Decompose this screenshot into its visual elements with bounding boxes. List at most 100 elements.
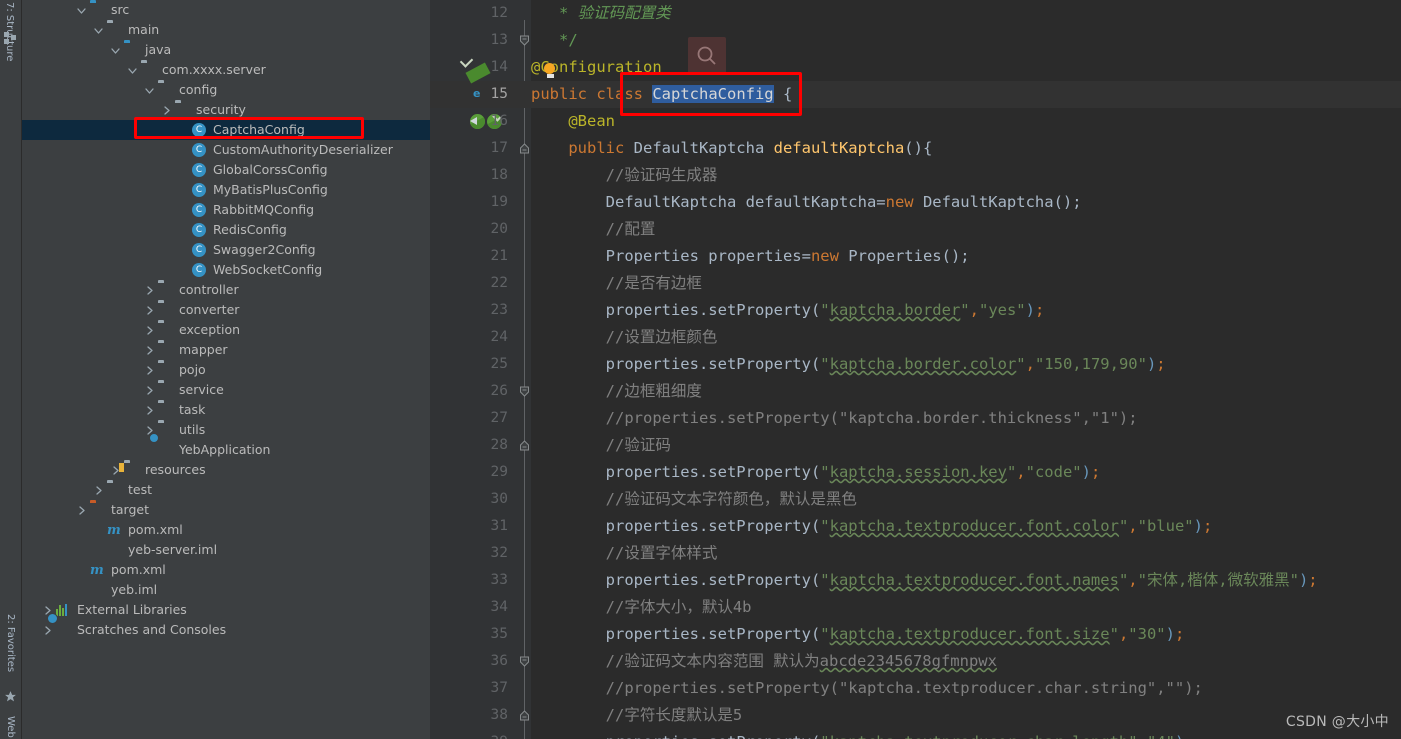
tree-item-controller[interactable]: controller — [22, 280, 430, 300]
chevron-right-icon[interactable] — [144, 385, 155, 396]
code-line-36[interactable]: //验证码文本内容范围 默认为abcde2345678gfmnpwx — [531, 648, 1401, 675]
tree-item-com-xxxx-server[interactable]: com.xxxx.server — [22, 60, 430, 80]
code-line-19[interactable]: DefaultKaptcha defaultKaptcha=new Defaul… — [531, 189, 1401, 216]
code-line-28[interactable]: //验证码 — [531, 432, 1401, 459]
editor-fold-strip[interactable] — [518, 0, 531, 739]
code-line-23[interactable]: properties.setProperty("kaptcha.border",… — [531, 297, 1401, 324]
tree-item-swagger2config[interactable]: C Swagger2Config — [22, 240, 430, 260]
tree-item-resources[interactable]: resources — [22, 460, 430, 480]
tree-item-utils[interactable]: utils — [22, 420, 430, 440]
tree-item-target[interactable]: target — [22, 500, 430, 520]
code-lines[interactable]: * 验证码配置类 */@Configuration public class Ca… — [531, 0, 1401, 739]
search-icon[interactable] — [688, 37, 726, 75]
chevron-right-icon[interactable] — [144, 305, 155, 316]
tree-item-yebapplication[interactable]: YebApplication — [22, 440, 430, 460]
code-editor[interactable]: 12 13 14 15 16 17 18 19 20 21 22 23 24 25 26 27 28 29 30 31… — [430, 0, 1401, 739]
code-line-12[interactable]: * 验证码配置类 — [531, 0, 1401, 27]
tree-item-service[interactable]: service — [22, 380, 430, 400]
tree-item-websocketconfig[interactable]: C WebSocketConfig — [22, 260, 430, 280]
fold-handle-line-13[interactable] — [519, 35, 530, 46]
project-tree[interactable]: src main java com.xxxx.server config security… — [22, 0, 430, 739]
code-line-21[interactable]: Properties properties=new Properties(); — [531, 243, 1401, 270]
code-line-32[interactable]: //设置字体样式 — [531, 540, 1401, 567]
code-token: properties.setProperty( — [531, 301, 821, 319]
fold-handle-line-17[interactable] — [519, 143, 530, 154]
tree-item-java[interactable]: java — [22, 40, 430, 60]
tree-item-security[interactable]: security — [22, 100, 430, 120]
tree-item-customauthoritydeserializer[interactable]: C CustomAuthorityDeserializer — [22, 140, 430, 160]
chevron-right-icon[interactable] — [76, 505, 87, 516]
fold-handle-line-28[interactable] — [519, 440, 530, 451]
chevron-right-icon[interactable] — [161, 105, 172, 116]
code-line-26[interactable]: //边框粗细度 — [531, 378, 1401, 405]
chevron-right-icon[interactable] — [144, 405, 155, 416]
fold-handle-line-38[interactable] — [519, 710, 530, 721]
editor-scrollbar[interactable] — [1389, 0, 1401, 739]
code-line-30[interactable]: //验证码文本字符颜色，默认是黑色 — [531, 486, 1401, 513]
code-line-27[interactable]: //properties.setProperty("kaptcha.border… — [531, 405, 1401, 432]
tree-item-captchaconfig[interactable]: C CaptchaConfig — [22, 120, 430, 140]
code-line-33[interactable]: properties.setProperty("kaptcha.textprod… — [531, 567, 1401, 594]
tree-item-pom-xml[interactable]: m pom.xml — [22, 520, 430, 540]
code-line-13[interactable]: */ — [531, 27, 1401, 54]
chevron-right-icon[interactable] — [144, 345, 155, 356]
line-number-13: 13 — [490, 32, 508, 48]
tree-item-yeb-iml[interactable]: yeb.iml — [22, 580, 430, 600]
code-line-38[interactable]: //字符长度默认是5 — [531, 702, 1401, 729]
code-line-31[interactable]: properties.setProperty("kaptcha.textprod… — [531, 513, 1401, 540]
chevron-right-icon[interactable] — [144, 365, 155, 376]
code-line-17[interactable]: public DefaultKaptcha defaultKaptcha(){ — [531, 135, 1401, 162]
code-line-20[interactable]: //配置 — [531, 216, 1401, 243]
tree-item-mapper[interactable]: mapper — [22, 340, 430, 360]
tree-item-pojo[interactable]: pojo — [22, 360, 430, 380]
tool-button-structure[interactable]: 7: Structure — [4, 2, 15, 61]
tree-item-icon — [158, 362, 174, 378]
tree-item-src[interactable]: src — [22, 0, 430, 20]
fold-handle-line-26[interactable] — [519, 386, 530, 397]
tree-item-mybatisplusconfig[interactable]: C MyBatisPlusConfig — [22, 180, 430, 200]
fold-handle-line-36[interactable] — [519, 656, 530, 667]
tree-item-test[interactable]: test — [22, 480, 430, 500]
tree-item-pom-xml[interactable]: m pom.xml — [22, 560, 430, 580]
chevron-right-icon[interactable] — [93, 485, 104, 496]
tree-item-globalcorssconfig[interactable]: C GlobalCorssConfig — [22, 160, 430, 180]
chevron-down-icon[interactable] — [110, 45, 121, 56]
chevron-down-icon[interactable] — [127, 65, 138, 76]
line-number-21: 21 — [490, 248, 508, 264]
chevron-right-icon[interactable] — [144, 325, 155, 336]
tree-item-exception[interactable]: exception — [22, 320, 430, 340]
code-line-16[interactable]: @Bean — [531, 108, 1401, 135]
code-line-22[interactable]: //是否有边框 — [531, 270, 1401, 297]
chevron-right-icon[interactable] — [42, 625, 53, 636]
tree-item-config[interactable]: config — [22, 80, 430, 100]
chevron-down-icon[interactable] — [76, 5, 87, 16]
intention-bulb-icon[interactable] — [544, 63, 556, 78]
code-line-18[interactable]: //验证码生成器 — [531, 162, 1401, 189]
tree-item-scratches-and-consoles[interactable]: Scratches and Consoles — [22, 620, 430, 640]
tree-item-rabbitmqconfig[interactable]: C RabbitMQConfig — [22, 200, 430, 220]
code-line-34[interactable]: //字体大小，默认4b — [531, 594, 1401, 621]
tree-item-task[interactable]: task — [22, 400, 430, 420]
code-line-37[interactable]: //properties.setProperty("kaptcha.textpr… — [531, 675, 1401, 702]
tree-item-icon — [158, 282, 174, 298]
tree-item-converter[interactable]: converter — [22, 300, 430, 320]
tool-button-web[interactable]: Web — [5, 716, 16, 738]
code-line-29[interactable]: properties.setProperty("kaptcha.session.… — [531, 459, 1401, 486]
code-line-24[interactable]: //设置边框颜色 — [531, 324, 1401, 351]
code-token: , — [1118, 625, 1129, 643]
tree-item-yeb-server-iml[interactable]: yeb-server.iml — [22, 540, 430, 560]
chevron-right-icon[interactable] — [144, 285, 155, 296]
tool-button-favorites[interactable]: 2: Favorites — [5, 614, 16, 672]
chevron-down-icon[interactable] — [144, 85, 155, 96]
tree-item-label: com.xxxx.server — [162, 62, 266, 77]
chevron-down-icon[interactable] — [93, 25, 104, 36]
tree-item-redisconfig[interactable]: C RedisConfig — [22, 220, 430, 240]
code-line-25[interactable]: properties.setProperty("kaptcha.border.c… — [531, 351, 1401, 378]
tree-item-main[interactable]: main — [22, 20, 430, 40]
tree-item-external-libraries[interactable]: External Libraries — [22, 600, 430, 620]
code-line-39[interactable]: properties.setProperty("kaptcha.textprod… — [531, 729, 1401, 739]
code-line-14[interactable]: @Configuration — [531, 54, 1401, 81]
code-line-35[interactable]: properties.setProperty("kaptcha.textprod… — [531, 621, 1401, 648]
code-line-15[interactable]: public class CaptchaConfig { — [531, 81, 1401, 108]
project-tree-panel[interactable]: src main java com.xxxx.server config security… — [22, 0, 430, 739]
